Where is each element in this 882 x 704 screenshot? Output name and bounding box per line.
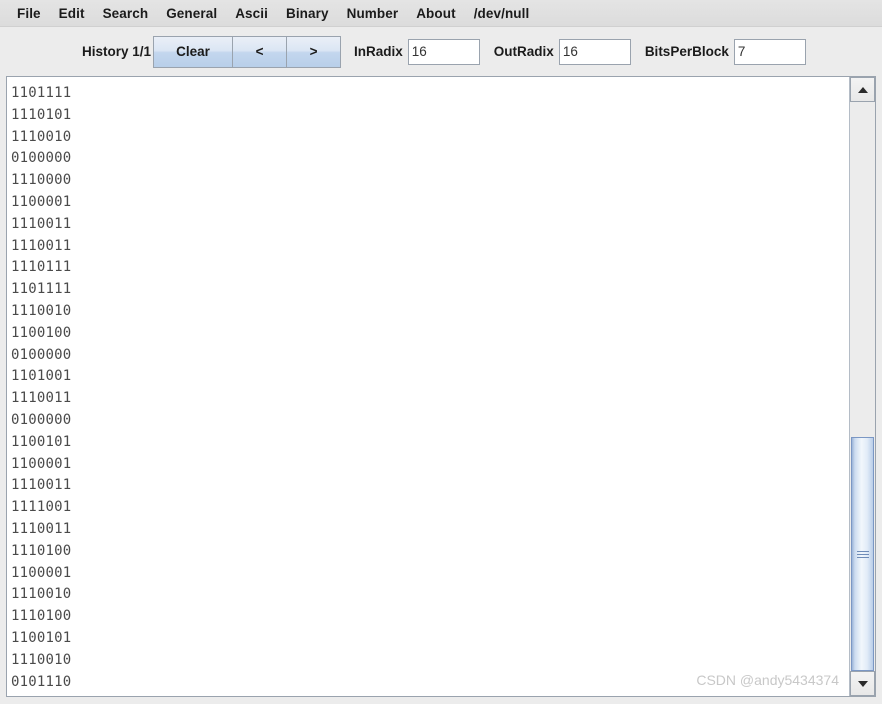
menu-file[interactable]: File (8, 3, 50, 24)
vertical-scrollbar[interactable] (849, 77, 875, 696)
binary-line: 1110011 (11, 215, 72, 232)
menu-binary[interactable]: Binary (277, 3, 338, 24)
toolbar: History 1/1 Clear < > InRadix OutRadix B… (0, 27, 882, 76)
binary-line: 1110011 (11, 477, 72, 494)
clear-button[interactable]: Clear (153, 35, 234, 68)
binary-line: 1110010 (11, 302, 72, 319)
binary-line: 1110010 (11, 128, 72, 145)
binary-line: 1100001 (11, 193, 72, 210)
history-counter-label: History 1/1 (82, 44, 152, 59)
history-next-button[interactable]: > (286, 35, 342, 68)
menu-ascii[interactable]: Ascii (226, 3, 277, 24)
scrollbar-track[interactable] (850, 102, 875, 671)
binary-line: 1100101 (11, 433, 72, 450)
binary-line: 1100100 (11, 324, 72, 341)
binary-line: 1110111 (11, 259, 72, 276)
menu-search[interactable]: Search (94, 3, 158, 24)
binary-line: 1100101 (11, 629, 72, 646)
binary-line: 0100000 (11, 150, 72, 167)
inradix-input[interactable] (407, 38, 480, 65)
binary-line: 0100000 (11, 346, 72, 363)
scroll-up-arrow-icon (857, 86, 868, 93)
outradix-input[interactable] (558, 38, 631, 65)
binary-line: 1111001 (11, 499, 72, 516)
binary-output-panel: 1101111 1110101 1110010 0100000 1110000 11000… (6, 76, 876, 697)
binary-line: 1110100 (11, 608, 72, 625)
binary-line: 0101110 (11, 673, 72, 690)
binary-line: 1110100 (11, 542, 72, 559)
scrollbar-thumb[interactable] (851, 437, 874, 671)
menu-general[interactable]: General (157, 3, 226, 24)
binary-line: 0100000 (11, 411, 72, 428)
menu-bar: File Edit Search General Ascii Binary Number Ab… (0, 0, 882, 27)
outradix-label: OutRadix (493, 44, 554, 59)
binary-line: 1110000 (11, 172, 72, 189)
binary-line: 1110011 (11, 237, 72, 254)
scroll-up-button[interactable] (850, 77, 875, 102)
binary-line: 1110101 (11, 106, 72, 123)
binary-line: 1110011 (11, 390, 72, 407)
bitsperblock-label: BitsPerBlock (644, 44, 729, 59)
binary-line: 1110011 (11, 520, 72, 537)
binary-line: 1101111 (11, 281, 72, 298)
history-prev-button[interactable]: < (232, 35, 288, 68)
binary-line: 1100001 (11, 564, 72, 581)
menu-dev-null[interactable]: /dev/null (465, 3, 539, 24)
binary-line: 1110010 (11, 651, 72, 668)
menu-edit[interactable]: Edit (50, 3, 94, 24)
menu-number[interactable]: Number (338, 3, 408, 24)
binary-line: 1100001 (11, 455, 72, 472)
scroll-down-arrow-icon (857, 680, 868, 687)
binary-line: 1110010 (11, 586, 72, 603)
scroll-down-button[interactable] (850, 671, 875, 696)
scrollbar-grip-icon (856, 549, 869, 560)
binary-text-area[interactable]: 1101111 1110101 1110010 0100000 1110000 11000… (7, 77, 849, 696)
inradix-label: InRadix (354, 44, 403, 59)
menu-about[interactable]: About (407, 3, 464, 24)
bitsperblock-input[interactable] (733, 38, 806, 65)
binary-line: 1101111 (11, 85, 72, 101)
binary-line: 1101001 (11, 368, 72, 385)
